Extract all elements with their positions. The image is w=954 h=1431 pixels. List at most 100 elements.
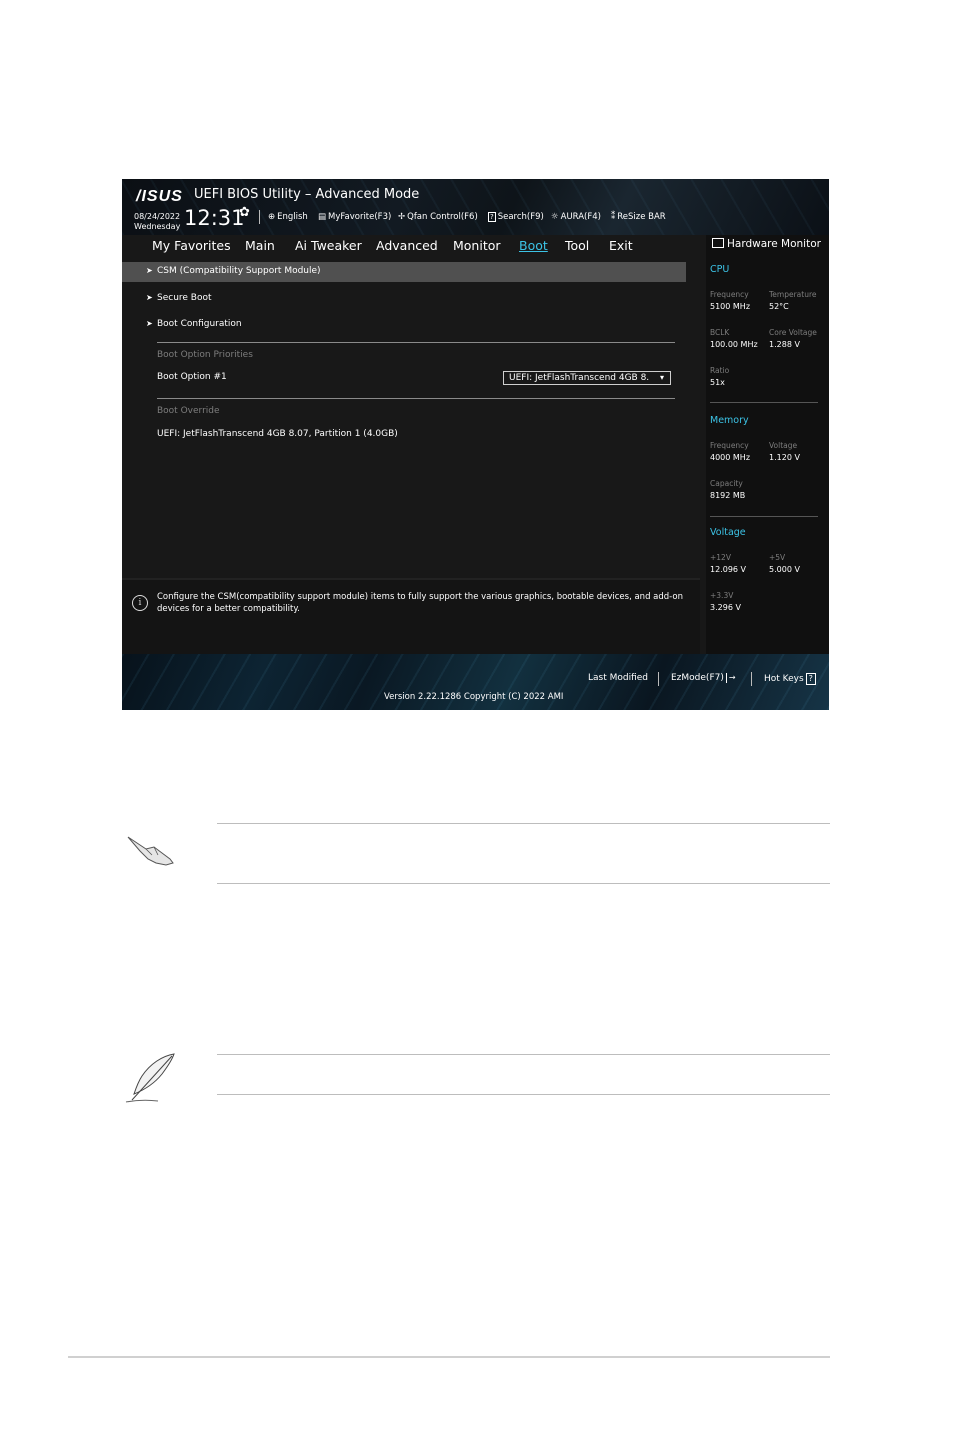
capacity-label: Capacity: [710, 479, 743, 488]
resize-bar-label: ReSize BAR: [617, 212, 666, 222]
search-help-icon: ?: [488, 212, 496, 222]
bios-footer: Last Modified EzMode(F7) → Hot Keys? Vers…: [122, 654, 829, 710]
cpu-frequency-label: Frequency: [710, 290, 749, 299]
tab-ai-tweaker[interactable]: Ai Tweaker: [295, 238, 362, 253]
tab-advanced[interactable]: Advanced: [376, 238, 438, 253]
bclk-value: 100.00 MHz: [710, 340, 758, 349]
myfavorite-label: MyFavorite(F3): [328, 212, 392, 222]
v33-label: +3.3V: [710, 591, 734, 600]
hardware-monitor-label: Hardware Monitor: [727, 238, 821, 250]
myfavorite-button[interactable]: ▤ MyFavorite(F3): [318, 212, 391, 222]
cpu-temperature-value: 52°C: [769, 302, 789, 311]
tab-exit[interactable]: Exit: [609, 238, 633, 253]
search-button[interactable]: ? Search(F9): [488, 212, 544, 222]
note-top-rule: [217, 823, 830, 824]
chevron-down-icon: ▾: [659, 373, 664, 382]
v5-value: 5.000 V: [769, 565, 800, 574]
feather-icon: [125, 1053, 175, 1103]
date-display: 08/24/2022 Wednesday: [134, 212, 180, 232]
hardware-monitor-panel: Hardware Monitor CPU Frequency 5100 MHz …: [706, 235, 829, 654]
info-icon: i: [132, 595, 148, 611]
boot-configuration-menu-item[interactable]: ➤ Boot Configuration: [122, 315, 686, 335]
favorite-list-icon: ▤: [318, 212, 327, 222]
memory-frequency-label: Frequency: [710, 441, 749, 450]
bclk-label: BCLK: [710, 328, 730, 337]
resize-bar-button[interactable]: ⁑ ReSize BAR: [611, 212, 666, 222]
qfan-label: Qfan Control(F6): [407, 212, 478, 222]
note-top-rule: [217, 1054, 830, 1055]
section-divider: [157, 342, 675, 343]
ratio-label: Ratio: [710, 366, 730, 375]
aura-label: AURA(F4): [560, 212, 601, 222]
submenu-arrow-icon: ➤: [146, 293, 153, 302]
v33-value: 3.296 V: [710, 603, 741, 612]
resize-bar-icon: ⁑: [611, 212, 616, 222]
app-title: UEFI BIOS Utility – Advanced Mode: [194, 187, 420, 202]
globe-icon: ⊕: [268, 212, 276, 222]
boot-override-item[interactable]: UEFI: JetFlashTranscend 4GB 8.07, Partit…: [122, 426, 686, 444]
boot-configuration-label: Boot Configuration: [157, 319, 242, 329]
boot-override-label: UEFI: JetFlashTranscend 4GB 8.07, Partit…: [157, 429, 398, 439]
core-voltage-label: Core Voltage: [769, 328, 817, 337]
aura-button[interactable]: ☼ AURA(F4): [551, 212, 601, 222]
tab-main[interactable]: Main: [245, 238, 275, 253]
help-info-bar: i Configure the CSM(compatibility suppor…: [122, 578, 700, 656]
version-text: Version 2.22.1286 Copyright (C) 2022 AMI: [384, 692, 564, 702]
boot-option-1-value: UEFI: JetFlashTranscend 4GB 8.0: [509, 373, 649, 383]
ezmode-label: EzMode(F7): [671, 673, 724, 683]
voltage-section-title: Voltage: [710, 527, 746, 538]
tab-boot[interactable]: Boot: [519, 238, 548, 253]
footer-divider: [751, 672, 752, 686]
tab-tool[interactable]: Tool: [565, 238, 589, 253]
ezmode-button[interactable]: EzMode(F7) →: [671, 673, 738, 683]
csm-label: CSM (Compatibility Support Module): [157, 266, 321, 276]
memory-frequency-value: 4000 MHz: [710, 453, 751, 462]
csm-menu-item[interactable]: ➤ CSM (Compatibility Support Module): [122, 262, 686, 282]
secure-boot-menu-item[interactable]: ➤ Secure Boot: [122, 289, 686, 309]
toolbar-divider: [259, 210, 260, 224]
memory-section-title: Memory: [710, 415, 749, 426]
footer-divider: [658, 672, 659, 686]
hardware-monitor-title: Hardware Monitor: [712, 238, 821, 250]
exit-arrow-icon: →: [725, 673, 738, 683]
pointing-hand-icon: [127, 836, 174, 866]
language-button[interactable]: ⊕ English: [268, 212, 308, 222]
core-voltage-value: 1.288 V: [769, 340, 800, 349]
hw-divider: [710, 516, 818, 517]
hotkeys-button[interactable]: Hot Keys?: [764, 673, 816, 685]
aura-light-icon: ☼: [551, 212, 559, 222]
bios-screenshot: /ISUS UEFI BIOS Utility – Advanced Mode …: [122, 179, 829, 710]
last-modified-button[interactable]: Last Modified: [588, 673, 648, 683]
v5-label: +5V: [769, 553, 786, 562]
memory-voltage-label: Voltage: [769, 441, 798, 450]
fan-icon: ✢: [398, 212, 406, 222]
boot-option-1-label: Boot Option #1: [157, 372, 227, 382]
v12-value: 12.096 V: [710, 565, 747, 574]
note-bottom-rule: [217, 1094, 830, 1095]
hotkeys-label: Hot Keys: [764, 674, 804, 684]
capacity-value: 8192 MB: [710, 491, 746, 500]
tab-monitor[interactable]: Monitor: [453, 238, 501, 253]
v12-label: +12V: [710, 553, 731, 562]
submenu-arrow-icon: ➤: [146, 266, 153, 275]
cpu-section-title: CPU: [710, 264, 730, 275]
clock: 12:31: [184, 206, 245, 230]
settings-gear-icon[interactable]: ✿: [239, 205, 250, 220]
boot-override-heading: Boot Override: [157, 406, 220, 416]
help-text: Configure the CSM(compatibility support …: [157, 592, 683, 614]
search-label: Search(F9): [497, 212, 544, 222]
hw-divider: [710, 402, 818, 403]
date-text: 08/24/2022: [134, 212, 181, 221]
cpu-frequency-value: 5100 MHz: [710, 302, 751, 311]
ratio-value: 51x: [710, 378, 725, 387]
page-footer-rule: [68, 1356, 830, 1358]
memory-voltage-value: 1.120 V: [769, 453, 800, 462]
submenu-arrow-icon: ➤: [146, 319, 153, 328]
day-text: Wednesday: [134, 222, 181, 231]
qfan-button[interactable]: ✢ Qfan Control(F6): [398, 212, 478, 222]
boot-option-1-select[interactable]: UEFI: JetFlashTranscend 4GB 8.0 ▾: [503, 371, 671, 385]
help-key-icon: ?: [805, 673, 816, 685]
boot-option-priorities-heading: Boot Option Priorities: [157, 350, 253, 360]
tab-my-favorites[interactable]: My Favorites: [152, 238, 231, 253]
note-bottom-rule: [217, 883, 830, 884]
